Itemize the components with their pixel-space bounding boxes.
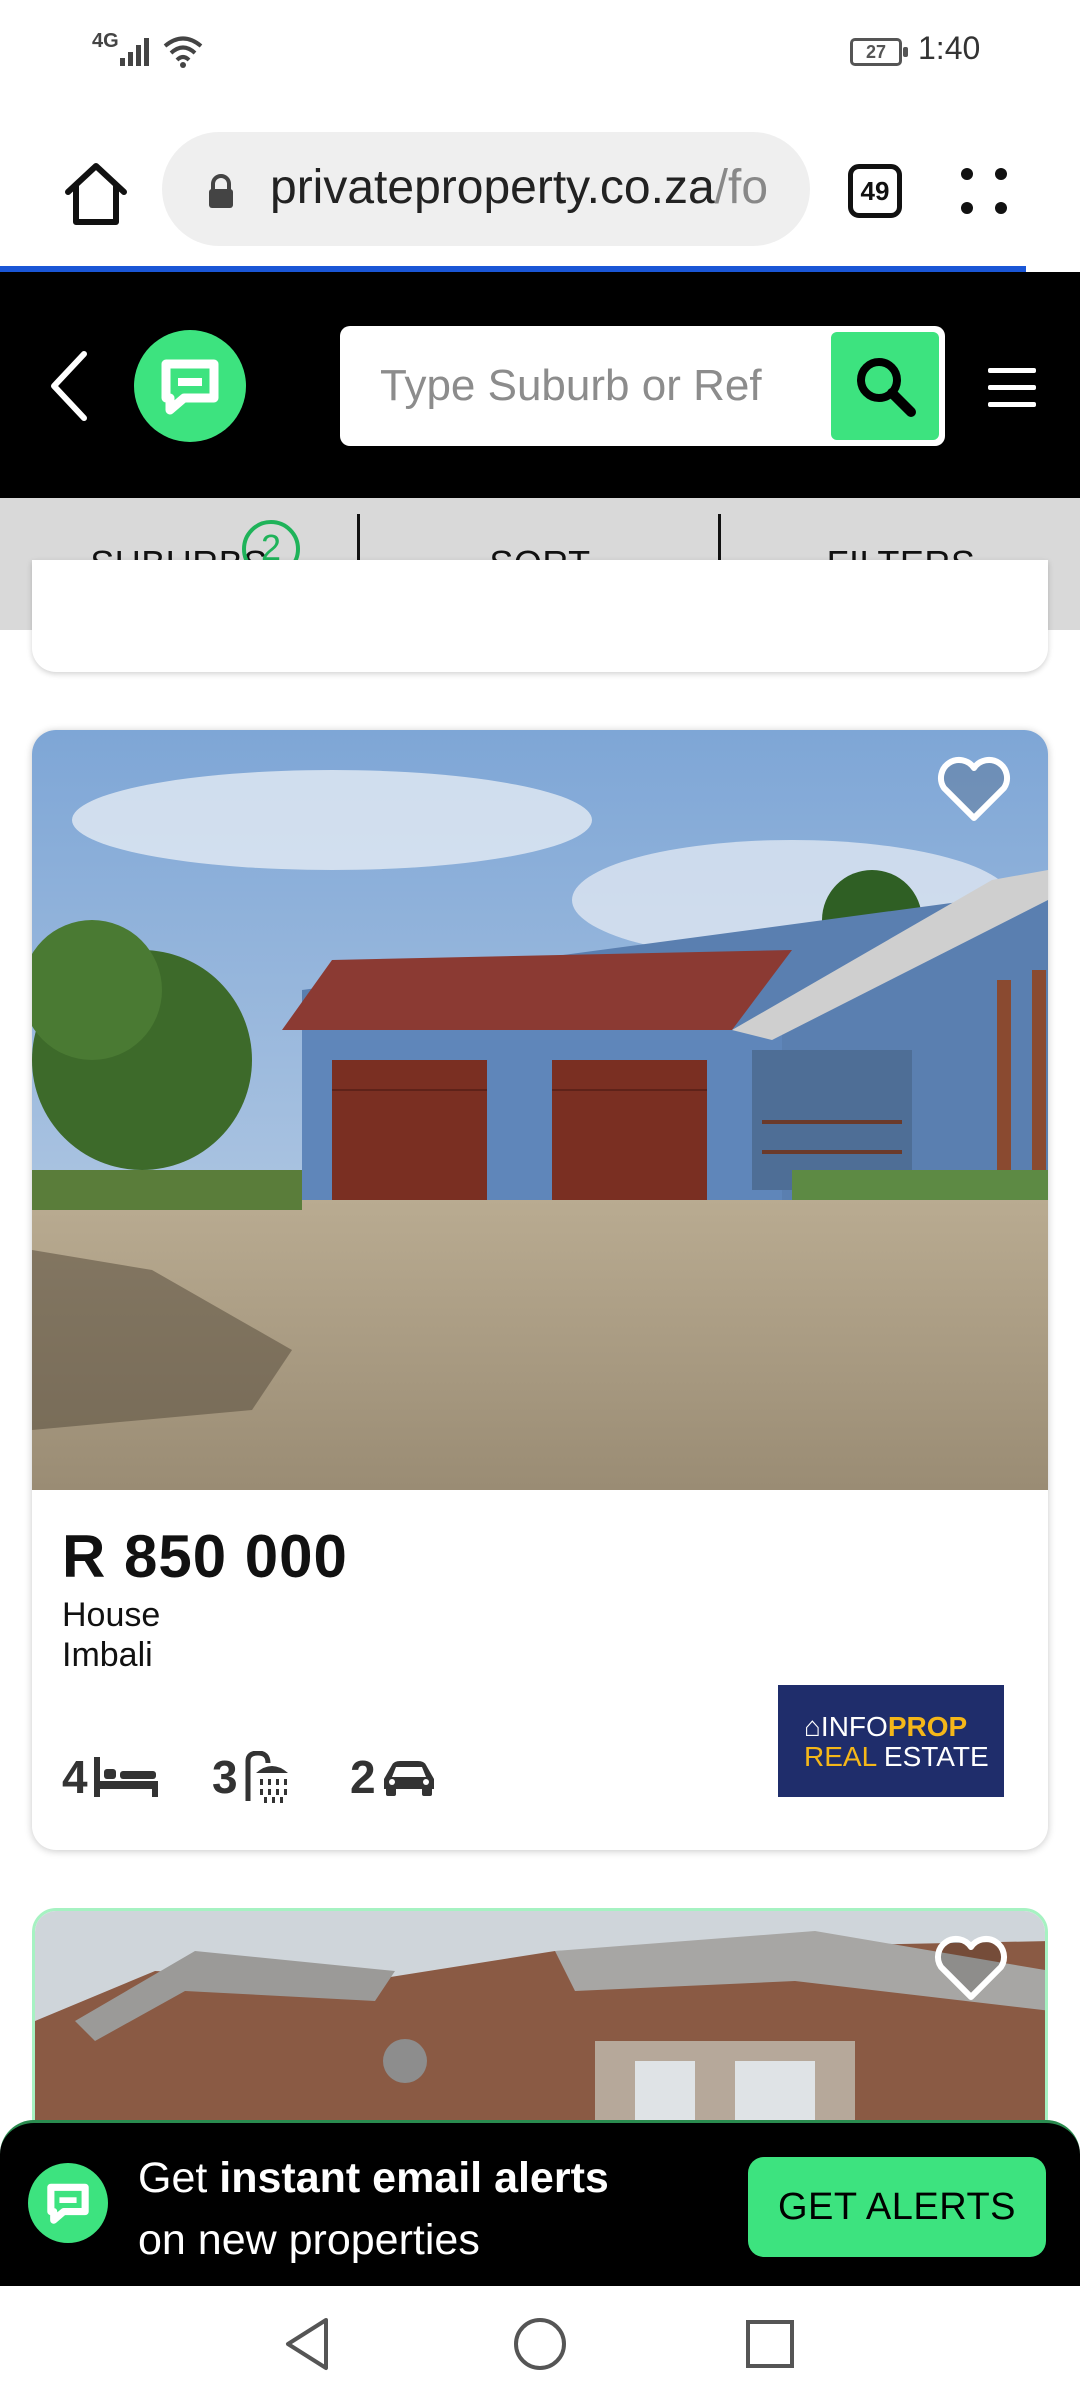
car-icon (383, 1761, 434, 1796)
tab-switcher-button[interactable]: 49 (848, 164, 902, 218)
email-alert-banner: Get instant email alerts on new properti… (0, 2120, 1080, 2286)
nav-recents-icon[interactable] (744, 2316, 796, 2372)
favourite-heart-icon[interactable] (934, 754, 1014, 824)
nav-back-icon[interactable] (282, 2316, 332, 2372)
search-button[interactable] (831, 332, 939, 440)
listing-type: House (62, 1596, 161, 1634)
hamburger-menu-icon[interactable] (988, 368, 1036, 408)
nav-home-icon[interactable] (512, 2316, 568, 2372)
agency-name-a: INFO (820, 1711, 888, 1742)
alert-message: Get instant email alerts on new properti… (138, 2147, 609, 2271)
listing-suburb: Imbali (62, 1636, 153, 1674)
site-header (0, 272, 1080, 498)
site-logo[interactable] (134, 330, 246, 442)
agency-name-d: ESTATE (876, 1741, 989, 1772)
agency-logo[interactable]: ⌂INFOPROP REAL ESTATE (778, 1685, 1004, 1797)
home-icon[interactable] (60, 158, 132, 230)
wifi-icon (163, 36, 203, 68)
clock: 1:40 (918, 30, 981, 66)
status-bar: 4G 27 1:40 (0, 0, 1080, 110)
alert-logo-icon (28, 2163, 108, 2243)
search-icon (857, 358, 916, 417)
bedrooms-feature: 4 (62, 1750, 160, 1804)
url-host: privateproperty.co.za (270, 161, 715, 214)
bedrooms-count: 4 (62, 1751, 88, 1803)
get-alerts-button[interactable]: GET ALERTS (748, 2157, 1046, 2257)
bed-icon (93, 1757, 158, 1797)
alert-text-prefix: Get (138, 2154, 220, 2202)
listing-card[interactable]: R 850 000 House Imbali 4 3 2 ⌂INFOPROP R… (32, 730, 1048, 1850)
battery-icon: 27 (850, 38, 908, 66)
agency-name-c: REAL (804, 1741, 877, 1772)
suburb-search-input[interactable] (378, 350, 798, 422)
previous-listing-card[interactable] (32, 560, 1048, 672)
lock-icon (209, 174, 233, 208)
garages-feature: 2 (350, 1750, 438, 1804)
browser-menu-icon[interactable] (955, 162, 1015, 222)
url-path: /fo (714, 161, 769, 214)
logo-mark-icon (161, 359, 219, 415)
signal-icon (120, 38, 149, 66)
listing-price: R 850 000 (62, 1523, 348, 1590)
address-bar[interactable]: privateproperty.co.za/fo (162, 132, 810, 246)
alert-text-bold: instant email alerts (219, 2154, 609, 2202)
agency-logo-line2: REAL ESTATE (804, 1741, 989, 1773)
back-arrow-icon[interactable] (40, 346, 100, 426)
shower-icon (245, 1751, 288, 1803)
network-type: 4G (92, 30, 119, 52)
system-navigation-bar (0, 2286, 1080, 2400)
suburb-search (340, 326, 945, 446)
listing-photo[interactable] (32, 730, 1048, 1490)
garages-count: 2 (350, 1751, 376, 1803)
bathrooms-feature: 3 (212, 1750, 298, 1804)
house-icon: ⌂ (804, 1711, 821, 1742)
bathrooms-count: 3 (212, 1751, 238, 1803)
alert-text-line2: on new properties (138, 2216, 480, 2264)
browser-toolbar: privateproperty.co.za/fo 49 (0, 110, 1080, 272)
url-text: privateproperty.co.za/fo (270, 160, 768, 215)
agency-logo-line1: ⌂INFOPROP (804, 1711, 967, 1743)
agency-name-b: PROP (887, 1711, 968, 1742)
favourite-heart-icon[interactable] (931, 1933, 1011, 2003)
